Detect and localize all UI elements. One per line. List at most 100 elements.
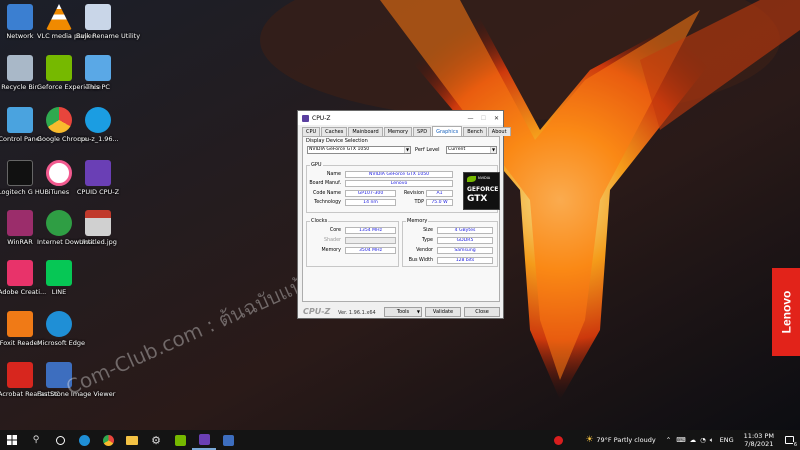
chevron-up-icon[interactable]: ⌃ bbox=[666, 436, 671, 444]
recycle-bin-icon bbox=[7, 55, 33, 81]
idm-icon bbox=[46, 210, 72, 236]
chevron-down-icon: ▼ bbox=[404, 147, 410, 153]
code-name-value: GP107-300 bbox=[345, 190, 396, 197]
desktop-icon-bulk-rename[interactable]: Bulk Rename Utility bbox=[76, 4, 140, 40]
shader-value bbox=[345, 237, 396, 244]
taskbar-chrome[interactable] bbox=[96, 430, 120, 450]
desktop-icon-network[interactable]: Network bbox=[0, 4, 42, 40]
tab-memory[interactable]: Memory bbox=[383, 127, 413, 136]
board-label: Board Manuf. bbox=[309, 181, 341, 186]
display-device-select[interactable]: NVIDIA GeForce GTX 1050 ▼ bbox=[307, 146, 411, 154]
validate-button[interactable]: Validate bbox=[425, 307, 461, 317]
desktop-icon-cpuid[interactable]: CPUID CPU-Z bbox=[76, 160, 120, 196]
close-icon[interactable]: ✕ bbox=[490, 115, 503, 122]
desktop-icon-itunes[interactable]: iTunes bbox=[37, 160, 81, 196]
tab-caches[interactable]: Caches bbox=[321, 127, 348, 136]
taskbar-geforce[interactable] bbox=[168, 430, 192, 450]
technology-value: 14 nm bbox=[345, 199, 396, 206]
tools-button[interactable]: Tools ▼ bbox=[384, 307, 422, 317]
taskbar-cpuz[interactable] bbox=[192, 430, 216, 450]
cpuz-app-icon bbox=[302, 114, 309, 122]
taskbar-file-explorer[interactable] bbox=[120, 430, 144, 450]
desktop-icon-chrome[interactable]: Google Chrome bbox=[37, 107, 87, 143]
desktop-icon-vlc[interactable]: VLC media player bbox=[37, 4, 94, 40]
vendor-label: Vendor bbox=[416, 248, 433, 253]
desktop-icon-control-panel[interactable]: Control Panel bbox=[0, 107, 42, 143]
adobe-cc-icon bbox=[7, 260, 33, 286]
desktop-icon-cpuz-file[interactable]: cpu-z_1.96... bbox=[76, 107, 120, 143]
nvidia-eye-icon bbox=[467, 176, 476, 182]
tab-spd[interactable]: SPD bbox=[413, 127, 432, 136]
lenovo-brand: Lenovo bbox=[772, 268, 800, 356]
desktop-icon-untitled-jpg[interactable]: Untitled.jpg bbox=[76, 210, 120, 246]
cortana-button[interactable] bbox=[48, 430, 72, 450]
display-device-value: NVIDIA GeForce GTX 1050 bbox=[309, 147, 370, 152]
perf-level-select[interactable]: Current ▼ bbox=[446, 146, 497, 154]
desktop-icon-winrar[interactable]: WinRAR bbox=[0, 210, 42, 246]
this-pc-icon bbox=[85, 55, 111, 81]
language-indicator[interactable]: ENG bbox=[720, 436, 734, 444]
revision-label: Revision bbox=[403, 191, 424, 196]
revision-value: A1 bbox=[426, 190, 453, 197]
acrobat-icon bbox=[7, 362, 33, 388]
desktop-icon-foxit[interactable]: Foxit Reader bbox=[0, 311, 42, 347]
desktop-icon-idm[interactable]: Internet Downloa... bbox=[37, 210, 99, 246]
tab-graphics[interactable]: Graphics bbox=[432, 126, 463, 136]
desktop-icon-edge[interactable]: Microsoft Edge bbox=[37, 311, 85, 347]
desktop-icon-line[interactable]: LINE bbox=[37, 260, 81, 296]
bus-width-label: Bus Width bbox=[408, 258, 433, 263]
cloud-icon[interactable]: ☁ bbox=[690, 436, 697, 444]
cpuz-titlebar[interactable]: CPU-Z — ☐ ✕ bbox=[298, 111, 503, 125]
desktop-icon-acrobat[interactable]: Acrobat Reader DC bbox=[0, 362, 60, 398]
tab-about[interactable]: About bbox=[487, 127, 511, 136]
cpuz-window[interactable]: CPU-Z — ☐ ✕ CPU Caches Mainboard Memory … bbox=[297, 110, 511, 319]
bus-width-value: 128 bits bbox=[437, 257, 493, 264]
cpuz-footer-brand: CPU-Z bbox=[303, 307, 331, 316]
clock[interactable]: 11:03 PM 7/8/2021 bbox=[744, 432, 774, 448]
desktop-icon-adobe-cc[interactable]: Adobe Creati... bbox=[0, 260, 46, 296]
close-button[interactable]: Close bbox=[464, 307, 500, 317]
name-label: Name bbox=[326, 172, 341, 177]
cortana-icon bbox=[55, 435, 65, 445]
network-status-icon[interactable]: ⌨ bbox=[676, 436, 685, 444]
edge-file-icon bbox=[85, 107, 111, 133]
clocks-group-title: Clocks bbox=[310, 218, 329, 224]
line-icon bbox=[46, 260, 72, 286]
memory-clock-label: Memory bbox=[321, 248, 341, 253]
maximize-icon[interactable]: ☐ bbox=[477, 115, 490, 122]
system-tray: ☀ 79°F Partly cloudy ⌃ ⌨ ☁ ◔ 🔈︎ ENG 11:0… bbox=[554, 430, 800, 450]
tab-bench[interactable]: Bench bbox=[463, 127, 487, 136]
tab-cpu[interactable]: CPU bbox=[302, 127, 321, 136]
notification-center-button[interactable]: 6 bbox=[782, 434, 798, 448]
taskbar-settings[interactable]: ⚙ bbox=[144, 430, 168, 450]
notification-count: 6 bbox=[792, 442, 798, 448]
minimize-icon[interactable]: — bbox=[464, 115, 477, 122]
volume-icon[interactable]: 🔈︎ bbox=[710, 436, 714, 445]
vlc-icon bbox=[46, 4, 72, 30]
bulk-rename-icon bbox=[85, 4, 111, 30]
core-label: Core bbox=[329, 228, 341, 233]
desktop-icon-geforce[interactable]: Geforce Experience bbox=[37, 55, 101, 91]
logitech-icon bbox=[7, 160, 33, 186]
taskbar-edge[interactable] bbox=[72, 430, 96, 450]
tdp-label: TDP bbox=[414, 200, 424, 205]
memory-group-title: Memory bbox=[406, 218, 429, 224]
search-icon: ⚲ bbox=[32, 435, 40, 445]
tab-mainboard[interactable]: Mainboard bbox=[348, 127, 383, 136]
wifi-icon[interactable]: ◔ bbox=[700, 436, 706, 444]
weather-text[interactable]: 79°F Partly cloudy bbox=[596, 436, 655, 444]
start-button[interactable] bbox=[0, 430, 24, 450]
board-value: Lenovo bbox=[345, 180, 453, 187]
tdp-value: 75.0 W bbox=[426, 199, 453, 206]
antivirus-tray-icon[interactable] bbox=[554, 435, 564, 445]
desktop-icon-this-pc[interactable]: This PC bbox=[76, 55, 120, 91]
desktop-icon-recycle-bin[interactable]: Recycle Bin bbox=[0, 55, 42, 91]
search-button[interactable]: ⚲ bbox=[24, 430, 48, 450]
cpuz-icon bbox=[85, 160, 111, 186]
weather-icon: ☀ bbox=[585, 435, 594, 445]
chrome-icon bbox=[46, 107, 72, 133]
taskbar-faststone[interactable] bbox=[216, 430, 240, 450]
desktop-icon-faststone[interactable]: FastStone Image Viewer bbox=[37, 362, 115, 398]
windows-icon bbox=[7, 435, 17, 445]
desktop-icon-logitech[interactable]: Logitech G HUB bbox=[0, 160, 49, 196]
